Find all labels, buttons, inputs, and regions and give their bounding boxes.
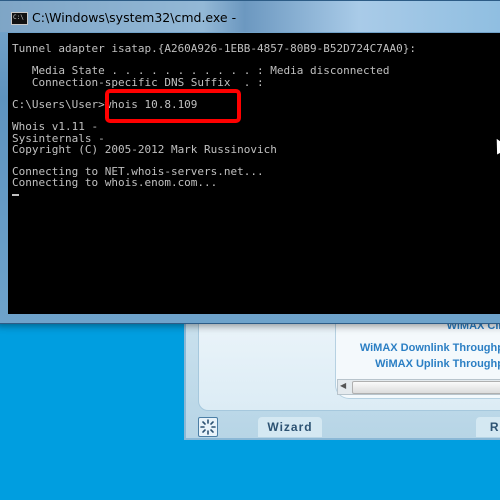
wizard-button[interactable]: Wizard <box>258 417 322 437</box>
loading-icon <box>200 419 216 435</box>
window-title: C:\Windows\system32\cmd.exe - <box>32 10 237 25</box>
scroll-left-icon[interactable]: ◀ <box>340 381 346 390</box>
stat-uplink-label: WiMAX Uplink Throughput: <box>375 358 500 370</box>
title-bar[interactable]: C:\ C:\Windows\system32\cmd.exe - <box>0 1 500 32</box>
console-output[interactable]: Tunnel adapter isatap.{A260A926-1EBB-485… <box>8 33 500 314</box>
text-cursor <box>12 193 19 196</box>
console-line: Copyright (C) 2005-2012 Mark Russinovich <box>12 142 277 156</box>
console-line: Connection-specific DNS Suffix . : <box>12 75 264 89</box>
console-line: Connecting to whois.enom.com... <box>12 176 218 190</box>
cmd-icon: C:\ <box>11 12 28 25</box>
console-line: Tunnel adapter isatap.{A260A926-1EBB-485… <box>12 42 416 55</box>
sparkle-icon-button[interactable] <box>198 417 218 437</box>
cmd-window: C:\ C:\Windows\system32\cmd.exe - Tunnel… <box>0 0 500 324</box>
refresh-button[interactable]: Ref <box>476 417 500 437</box>
stat-downlink-label: WiMAX Downlink Throughput: <box>359 342 500 354</box>
command-highlight-box <box>105 89 241 123</box>
horizontal-scrollbar[interactable]: ◀ <box>337 379 500 395</box>
scrollbar-thumb[interactable] <box>352 381 500 394</box>
